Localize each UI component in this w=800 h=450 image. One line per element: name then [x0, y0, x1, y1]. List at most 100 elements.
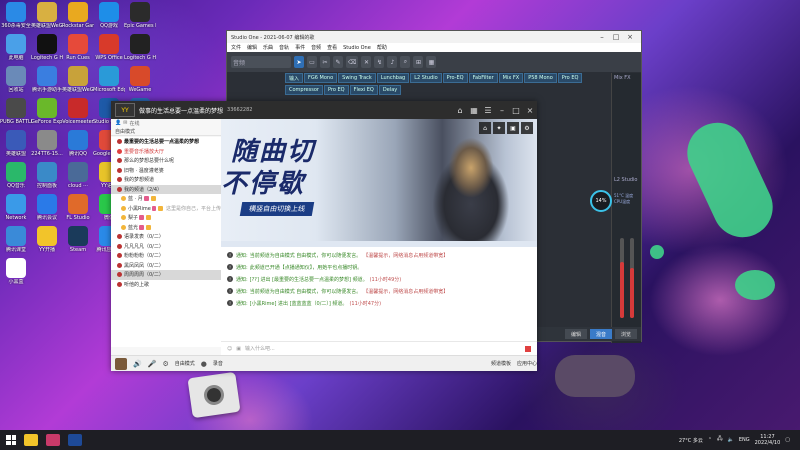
yy-taskbar-icon[interactable] [24, 434, 38, 446]
mix-button[interactable]: 混音 [589, 329, 612, 339]
channel-member[interactable]: 蓝光 [111, 223, 221, 233]
insert-tab[interactable]: Pro-EQ [442, 73, 468, 83]
close-icon[interactable]: × [523, 106, 537, 115]
menu-help[interactable]: 帮助 [377, 44, 387, 51]
channel-item[interactable]: 粉粉粉粉（0/二） [111, 251, 221, 261]
chat-icon[interactable]: ✉ [123, 120, 127, 126]
wallpaper-taskbar-icon[interactable] [46, 434, 60, 446]
menu-edit[interactable]: 编辑 [247, 44, 257, 51]
home-icon[interactable]: ⌂ [479, 122, 491, 134]
insert-tab[interactable]: Lunchbag [376, 73, 410, 83]
channel-item[interactable]: 我的频道（2/4） [111, 184, 221, 194]
desktop-icon[interactable]: 224TT6-15... [31, 130, 63, 157]
desktop-icon[interactable]: 腾讯会议 [31, 194, 63, 221]
language-indicator[interactable]: ENG [739, 437, 750, 443]
desktop-icon[interactable]: Run Cues [62, 34, 94, 61]
channel-item[interactable]: 周周周周（0/二） [111, 270, 221, 280]
app-center-button[interactable]: 应用中心 [517, 360, 537, 367]
desktop-icon[interactable]: Epic Games Launcher [124, 2, 156, 29]
insert-tab[interactable]: Pro EQ [323, 84, 349, 95]
skin-icon[interactable]: ☰ [481, 106, 495, 115]
insert-tab[interactable]: 输入 [285, 73, 304, 83]
record-icon[interactable]: ● [201, 360, 207, 368]
snap-icon[interactable]: ⊞ [413, 56, 424, 68]
desktop-icon[interactable]: PUBG BATTLEGR... [0, 98, 32, 125]
desktop-icon[interactable]: YY开播 [31, 226, 63, 253]
insert-tab[interactable]: Swing Track [338, 73, 376, 83]
chat-message-area[interactable]: ! 通知: 当前频道为自由模式 自由模式，你可以随便发言。 【温馨提示，网络消息占用频… [221, 247, 537, 341]
screen-icon[interactable]: ▣ [507, 122, 519, 134]
network-icon[interactable]: 🖧 [717, 436, 723, 444]
desktop-icon[interactable]: cloud ··· [62, 162, 94, 189]
pencil-tool-icon[interactable]: ✎ [333, 56, 343, 68]
studio-taskbar-icon[interactable] [68, 434, 82, 446]
insert-tab[interactable]: P58 Mono [524, 73, 557, 83]
maximize-icon[interactable]: □ [509, 106, 523, 115]
channel-member[interactable]: 梨子 [111, 213, 221, 223]
image-icon[interactable]: ▣ [236, 346, 241, 352]
desktop-icon[interactable]: GeForce Experience [31, 98, 63, 125]
avatar[interactable] [115, 357, 127, 370]
listen-tool-icon[interactable]: ♪ [387, 56, 398, 68]
menu-event[interactable]: 事件 [295, 44, 305, 51]
grid-icon[interactable]: ▦ [467, 106, 481, 115]
clock[interactable]: 11:27 2022/4/10 [755, 434, 781, 446]
channel-member[interactable]: 蓝 · 月 [111, 194, 221, 204]
gift-icon[interactable]: ✦ [493, 122, 505, 134]
yy-title-bar[interactable]: YY 做事的生活总要一点温柔的梦想 33662282 ⌂ ▦ ☰ – □ × [111, 101, 537, 119]
desktop-icon[interactable]: QQ游戏 [93, 2, 125, 29]
desktop-icon[interactable]: 此电脑 [0, 34, 32, 61]
maximize-icon[interactable]: □ [609, 33, 623, 41]
insert-tab[interactable]: Delay [378, 84, 402, 95]
grid-icon[interactable]: ▦ [426, 56, 437, 68]
chat-input[interactable]: 输入什么吧... [245, 345, 275, 352]
notification-icon[interactable]: ▢ [785, 437, 790, 443]
desktop-icon[interactable]: 腾讯课堂 [0, 226, 32, 253]
mode-icon[interactable]: ⚙ [162, 360, 168, 368]
desktop-icon[interactable]: 控制面板 [31, 162, 63, 189]
minimize-icon[interactable]: – [495, 106, 509, 115]
insert-tab[interactable]: FG6 Mono [304, 73, 338, 83]
channel-item[interactable]: 语录发表（0/二） [111, 232, 221, 242]
channel-item[interactable]: 那么的梦想总要什么呢 [111, 156, 221, 166]
channel-item[interactable]: 最重要的生活总要一点温柔的梦想 [111, 137, 221, 147]
desktop-icon[interactable]: 小黑盒 [0, 258, 32, 285]
channel-item[interactable]: 黑凤凤凤（0/二） [111, 261, 221, 271]
record-label[interactable]: 录音 [213, 360, 223, 367]
desktop-icon[interactable]: Rockstar Games [62, 2, 94, 29]
desktop-icon[interactable]: QQ音乐 [0, 162, 32, 189]
home-icon[interactable]: ⌂ [453, 106, 467, 115]
track-select-field[interactable]: 音频 [231, 56, 291, 68]
zoom-tool-icon[interactable]: ⌕ [400, 56, 411, 68]
desktop-icon[interactable]: Logitech G Hub [124, 34, 156, 61]
desktop-icon[interactable]: 英雄联盟WeGame [62, 66, 94, 93]
browse-button[interactable]: 浏览 [614, 329, 637, 339]
menu-track[interactable]: 音轨 [279, 44, 289, 51]
menu-file[interactable]: 文件 [231, 44, 241, 51]
desktop-icon[interactable]: WPS Office [93, 34, 125, 61]
promo-banner[interactable]: 随曲切 不停歇 横竖自由切换上线 ⌂ ✦ ▣ ⚙ [221, 119, 537, 241]
insert-tab[interactable]: Compressor [285, 84, 323, 95]
arrow-tool-icon[interactable]: ➤ [294, 56, 304, 68]
volume-fader[interactable] [620, 238, 624, 318]
menu-song[interactable]: 乐曲 [263, 44, 273, 51]
send-icon[interactable] [525, 345, 531, 352]
microphone-icon[interactable]: 🎤 [148, 360, 157, 368]
insert-tab[interactable]: Pro EQ [557, 73, 583, 83]
desktop-icon[interactable]: 英雄联盟 [0, 130, 32, 157]
chat-input-row[interactable]: ☺ ▣ 输入什么吧... [221, 341, 537, 355]
desktop-icon[interactable]: WeGame [124, 66, 156, 93]
desktop-icon[interactable]: Logitech G HUB [31, 34, 63, 61]
desktop-icon[interactable]: 回收站 [0, 66, 32, 93]
menu-studio-one[interactable]: Studio One [343, 45, 371, 51]
channel-item[interactable]: 重要音乐播放大厅 [111, 147, 221, 157]
insert-tab[interactable]: Mix FX [498, 73, 524, 83]
edit-button[interactable]: 编辑 [564, 329, 587, 339]
weather-text[interactable]: 27°C 多云 [679, 437, 703, 444]
mute-tool-icon[interactable]: ✕ [361, 56, 372, 68]
speaker-icon[interactable]: 🔊 [133, 360, 142, 368]
emoji-icon[interactable]: ☺ [227, 346, 232, 352]
insert-tab[interactable]: Flexi EQ [349, 84, 378, 95]
menu-audio[interactable]: 音频 [311, 44, 321, 51]
desktop-icon[interactable]: Voicemeeter [62, 98, 94, 125]
